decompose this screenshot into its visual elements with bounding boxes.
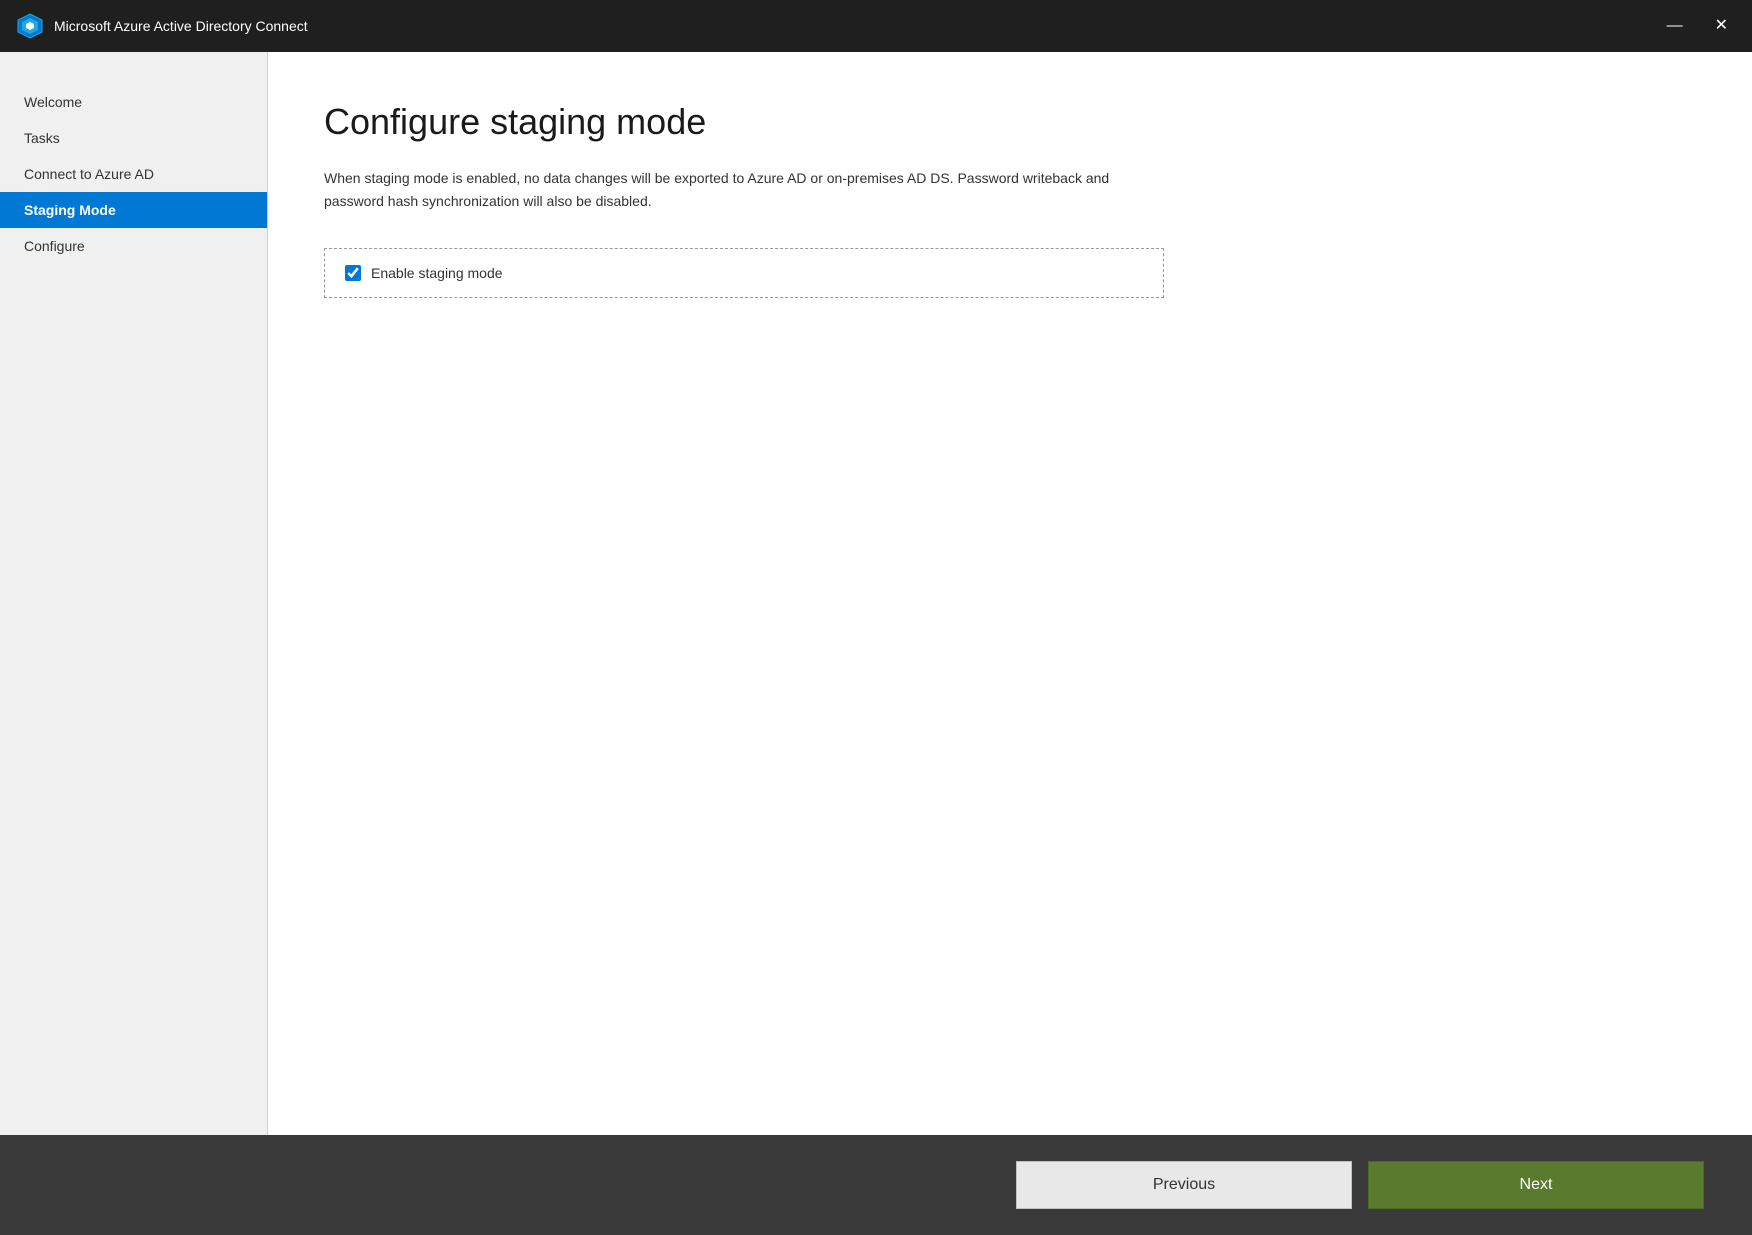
title-bar-controls: — ✕	[1659, 14, 1736, 38]
minimize-button[interactable]: —	[1659, 14, 1691, 38]
title-bar-left: Microsoft Azure Active Directory Connect	[16, 12, 308, 40]
title-bar: Microsoft Azure Active Directory Connect…	[0, 0, 1752, 52]
page-title: Configure staging mode	[324, 100, 1696, 143]
sidebar-item-tasks[interactable]: Tasks	[0, 120, 267, 156]
sidebar-item-connect-azure-ad[interactable]: Connect to Azure AD	[0, 156, 267, 192]
app-title: Microsoft Azure Active Directory Connect	[54, 18, 308, 34]
content-area: Configure staging mode When staging mode…	[268, 52, 1752, 1135]
close-button[interactable]: ✕	[1707, 14, 1736, 38]
main-window: Welcome Tasks Connect to Azure AD Stagin…	[0, 52, 1752, 1135]
bottom-bar: Previous Next	[0, 1135, 1752, 1235]
content-spacer	[324, 298, 1696, 1103]
enable-staging-mode-checkbox[interactable]	[345, 265, 361, 281]
enable-staging-mode-checkbox-container[interactable]: Enable staging mode	[324, 248, 1164, 298]
checkbox-label: Enable staging mode	[371, 265, 503, 281]
sidebar-item-welcome[interactable]: Welcome	[0, 84, 267, 120]
next-button[interactable]: Next	[1368, 1161, 1704, 1209]
sidebar-item-staging-mode[interactable]: Staging Mode	[0, 192, 267, 228]
description-text: When staging mode is enabled, no data ch…	[324, 167, 1144, 212]
sidebar: Welcome Tasks Connect to Azure AD Stagin…	[0, 52, 268, 1135]
sidebar-item-configure[interactable]: Configure	[0, 228, 267, 264]
previous-button[interactable]: Previous	[1016, 1161, 1352, 1209]
azure-logo-icon	[16, 12, 44, 40]
